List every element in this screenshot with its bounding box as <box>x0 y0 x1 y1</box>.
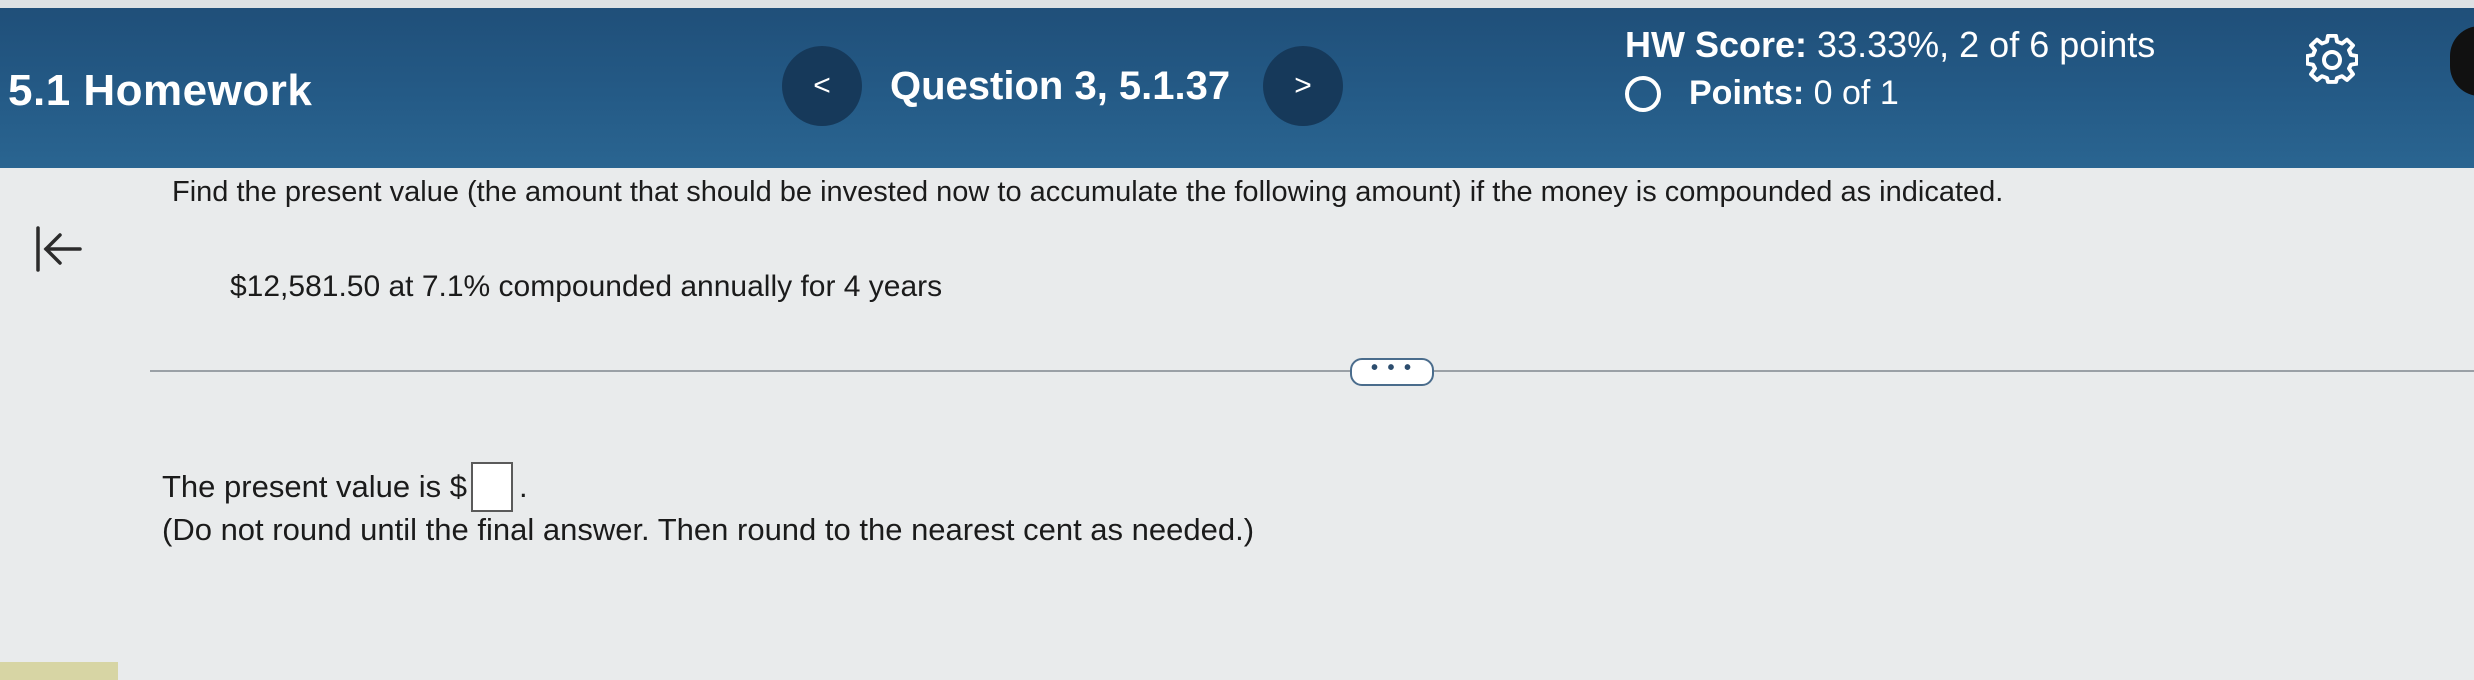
hw-score: HW Score: 33.33%, 2 of 6 points <box>1625 24 2155 66</box>
problem-prompt: Find the present value (the amount that … <box>172 176 2004 208</box>
header-bar: 5.1 Homework < Question 3, 5.1.37 > HW S… <box>0 0 2474 168</box>
hw-score-value: 33.33%, 2 of 6 points <box>1817 24 2156 65</box>
answer-prefix: The present value is $ <box>162 469 468 504</box>
points-value: 0 of 1 <box>1813 74 1899 112</box>
answer-suffix: . <box>519 469 528 504</box>
chevron-left-icon: < <box>813 69 831 102</box>
points-status: Points: 0 of 1 <box>1625 74 1899 113</box>
next-question-button[interactable]: > <box>1263 46 1343 126</box>
gear-icon[interactable] <box>2306 34 2358 86</box>
corner-tab <box>0 662 118 680</box>
answer-input[interactable] <box>471 462 514 512</box>
assignment-title: 5.1 Homework <box>8 66 313 115</box>
problem-data: $12,581.50 at 7.1% compounded annually f… <box>230 270 943 303</box>
chevron-right-icon: > <box>1294 69 1312 102</box>
header-top-edge <box>0 0 2474 8</box>
expand-more-button[interactable]: • • • <box>1350 358 1434 386</box>
points-label: Points: <box>1689 74 1805 112</box>
question-label: Question 3, 5.1.37 <box>890 64 1231 108</box>
edge-handle <box>2450 26 2474 96</box>
collapse-left-icon[interactable] <box>34 224 84 274</box>
rounding-instruction: (Do not round until the final answer. Th… <box>162 512 1255 547</box>
section-divider <box>150 370 2474 372</box>
answer-line: The present value is $ . <box>162 462 528 512</box>
hw-score-label: HW Score: <box>1625 24 1808 65</box>
status-circle-icon <box>1625 75 1661 112</box>
previous-question-button[interactable]: < <box>782 46 862 126</box>
